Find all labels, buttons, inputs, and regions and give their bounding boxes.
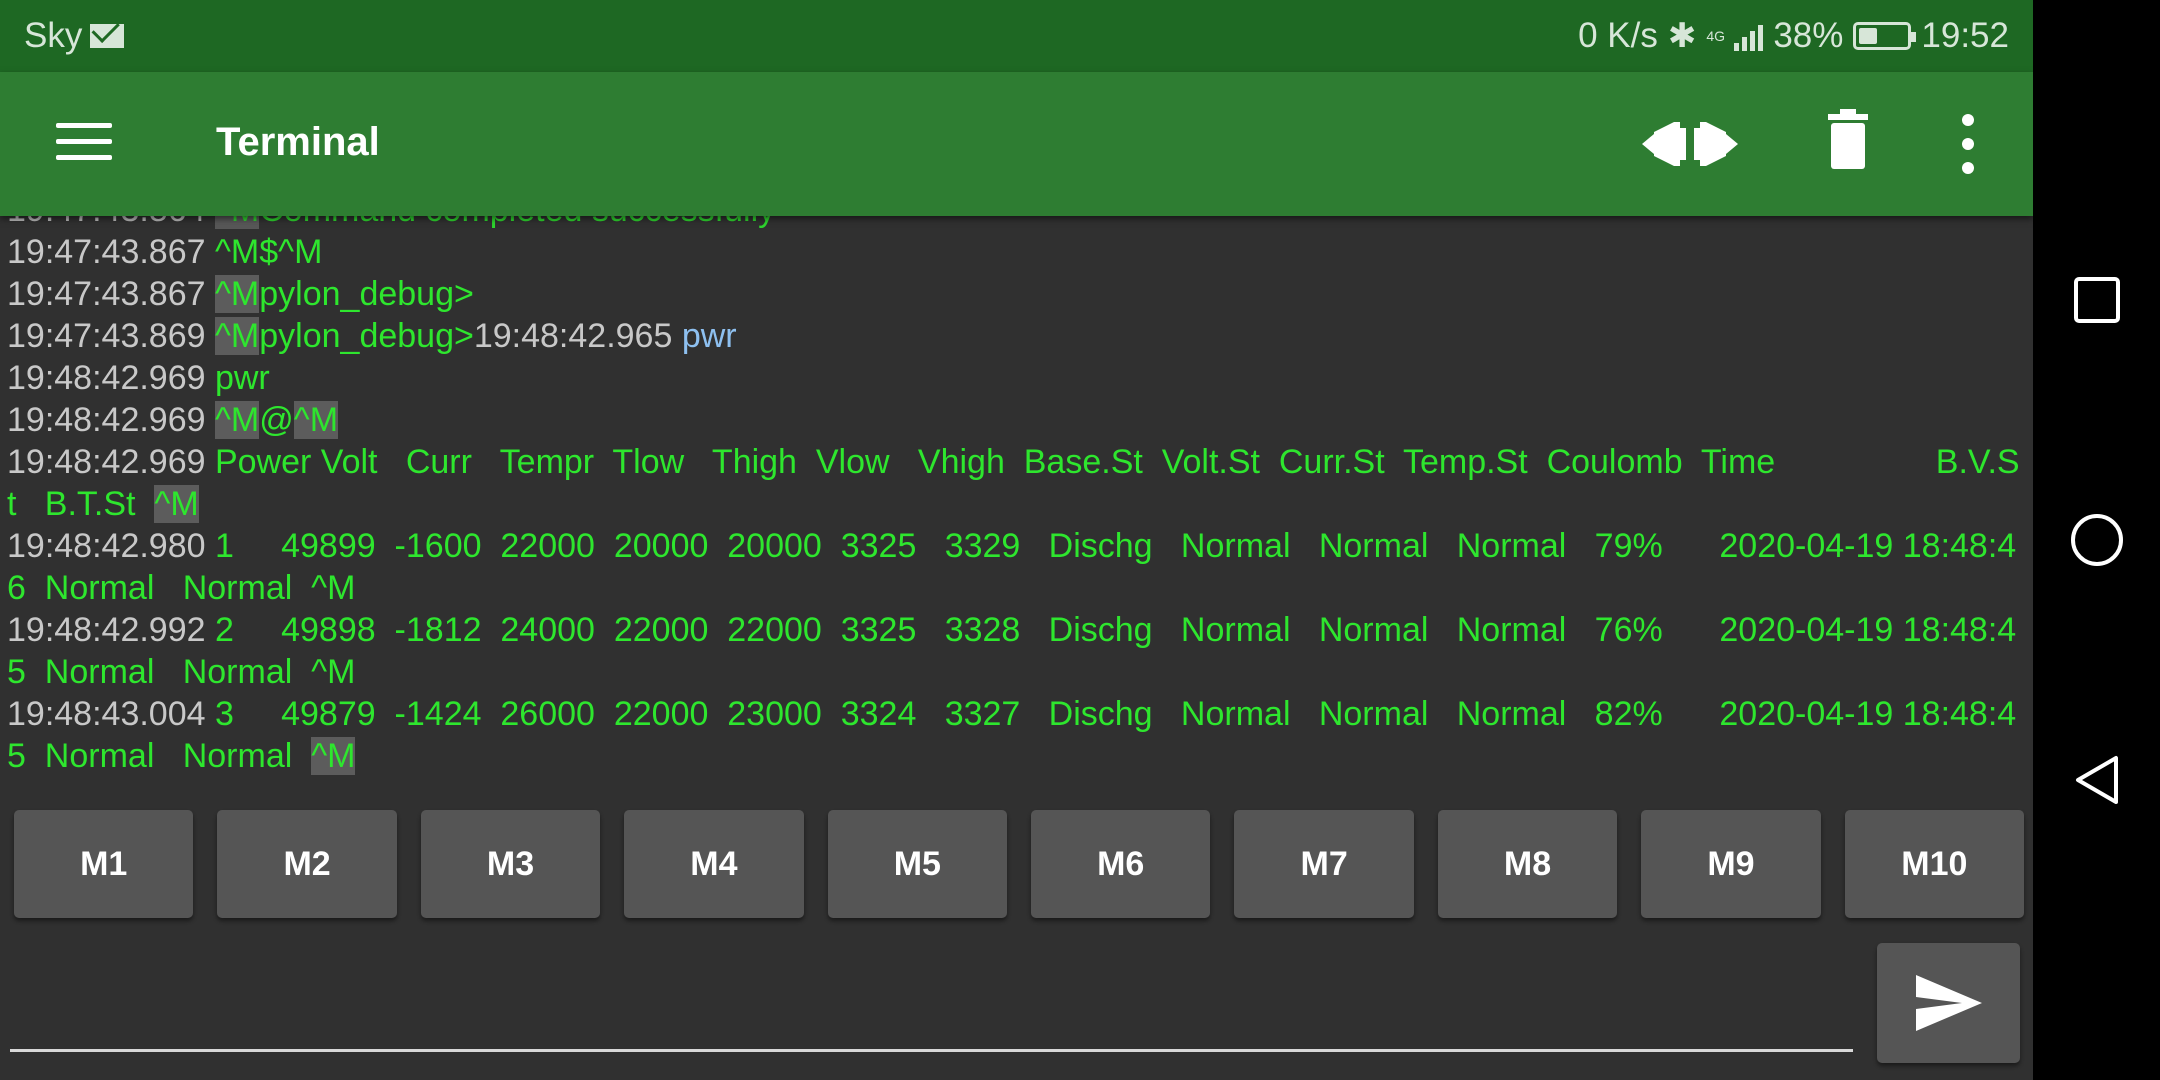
terminal-line: 19:47:43.867 ^M$^M xyxy=(7,231,2027,273)
macro-button-m8[interactable]: M8 xyxy=(1437,810,1618,918)
connect-plug-icon[interactable] xyxy=(1640,108,1740,180)
line-timestamp: 19:48:42.969 xyxy=(7,401,215,439)
macro-button-m2[interactable]: M2 xyxy=(217,810,397,918)
macro-button-m10[interactable]: M10 xyxy=(1844,810,2025,918)
line-timestamp: 19:48:42.980 xyxy=(7,527,215,565)
carrier-label: Sky xyxy=(24,16,83,55)
line-text: pylon_debug> xyxy=(259,317,474,355)
mail-icon xyxy=(90,24,125,48)
terminal-line: 19:48:42.969 Power Volt Curr Tempr Tlow … xyxy=(7,441,2027,525)
terminal-output[interactable]: 19:47:43.864 ^MCommand completed success… xyxy=(0,216,2033,794)
macro-button-m6[interactable]: M6 xyxy=(1031,810,1211,918)
line-timestamp: 19:48:42.969 xyxy=(7,359,215,397)
control-char: ^M xyxy=(214,275,260,313)
macro-button-m4[interactable]: M4 xyxy=(624,810,804,918)
terminal-line: 19:48:42.992 2 49898 -1812 24000 22000 2… xyxy=(7,609,2027,693)
control-char: ^M xyxy=(214,401,260,439)
battery-icon xyxy=(1853,22,1917,50)
line-text: 1 49899 -1600 22000 20000 20000 3325 332… xyxy=(7,527,2017,607)
line-timestamp: 19:47:43.867 xyxy=(7,233,215,271)
line-text: Power Volt Curr Tempr Tlow Thigh Vlow Vh… xyxy=(7,443,2020,523)
terminal-line: 19:47:43.869 ^Mpylon_debug>19:48:42.965 … xyxy=(7,315,2027,357)
terminal-line: 19:48:42.969 pwr xyxy=(7,357,2027,399)
recents-button[interactable] xyxy=(2057,260,2137,340)
clock: 19:52 xyxy=(1921,16,2009,55)
send-button[interactable] xyxy=(1877,943,2020,1063)
line-timestamp: 19:47:43.864 xyxy=(7,216,215,229)
more-vert-icon[interactable] xyxy=(1928,108,2008,180)
macro-button-m9[interactable]: M9 xyxy=(1641,810,1821,918)
macro-button-m7[interactable]: M7 xyxy=(1234,810,1414,918)
line-timestamp: 19:48:42.969 xyxy=(7,443,215,481)
control-char: ^M xyxy=(311,737,356,775)
network-type: 4G xyxy=(1706,28,1726,44)
control-char: ^M xyxy=(214,317,260,355)
sent-text: pwr xyxy=(681,317,737,355)
line-text: Command completed successfully xyxy=(259,216,775,229)
status-bar: Sky 0 K/s ✱ 4G 38% 19:52 xyxy=(0,0,2033,72)
macro-button-m1[interactable]: M1 xyxy=(14,810,194,918)
app-toolbar: Terminal xyxy=(0,72,2033,216)
menu-icon[interactable] xyxy=(56,117,112,167)
line-timestamp: 19:48:42.992 xyxy=(7,611,215,649)
send-icon xyxy=(1915,975,1982,1031)
battery-fill xyxy=(1859,28,1877,44)
macro-button-bar: M1 M2 M3 M4 M5 M6 M7 M8 M9 M10 xyxy=(14,810,2025,918)
line-text: @ xyxy=(259,401,294,439)
trash-icon[interactable] xyxy=(1808,108,1888,180)
terminal-line: 19:48:42.980 1 49899 -1600 22000 20000 2… xyxy=(7,525,2027,609)
home-button[interactable] xyxy=(2057,500,2137,580)
control-char: ^M xyxy=(293,401,339,439)
line-text: 2 49898 -1812 24000 22000 22000 3325 332… xyxy=(7,611,2017,691)
line-text: 3 49879 -1424 26000 22000 23000 3324 332… xyxy=(7,695,2017,775)
terminal-line: 19:48:42.969 ^M@^M xyxy=(7,399,2027,441)
page-title: Terminal xyxy=(216,120,380,164)
terminal-line: 19:48:43.004 3 49879 -1424 26000 22000 2… xyxy=(7,693,2027,777)
terminal-line: 19:47:43.864 ^MCommand completed success… xyxy=(7,216,2027,231)
net-speed: 0 K/s xyxy=(1578,16,1658,55)
terminal-app: Sky 0 K/s ✱ 4G 38% 19:52 Terminal 19:47:… xyxy=(0,0,2033,1080)
macro-button-m3[interactable]: M3 xyxy=(420,810,601,918)
send-area xyxy=(0,930,2033,1080)
control-char: ^M xyxy=(214,216,260,229)
line-timestamp: 19:47:43.869 xyxy=(7,317,215,355)
macro-button-m5[interactable]: M5 xyxy=(827,810,1008,918)
line-timestamp: 19:47:43.867 xyxy=(7,275,215,313)
bluetooth-icon: ✱ xyxy=(1667,17,1697,55)
circle-icon xyxy=(2071,514,2123,566)
signal-icon xyxy=(1734,21,1764,51)
terminal-line: 19:47:43.867 ^Mpylon_debug> xyxy=(7,273,2027,315)
line-text: ^M$^M xyxy=(214,233,323,271)
line-timestamp: 19:48:42.965 xyxy=(473,317,682,355)
battery-percent: 38% xyxy=(1773,16,1844,55)
square-icon xyxy=(2074,277,2120,323)
line-timestamp: 19:48:43.004 xyxy=(7,695,215,733)
control-char: ^M xyxy=(154,485,199,523)
triangle-back-icon xyxy=(2076,756,2118,804)
system-nav-bar xyxy=(2033,0,2160,1080)
back-button[interactable] xyxy=(2057,740,2137,820)
line-text: pylon_debug> xyxy=(259,275,474,313)
send-input[interactable] xyxy=(10,950,1853,1052)
line-text: pwr xyxy=(214,359,270,397)
